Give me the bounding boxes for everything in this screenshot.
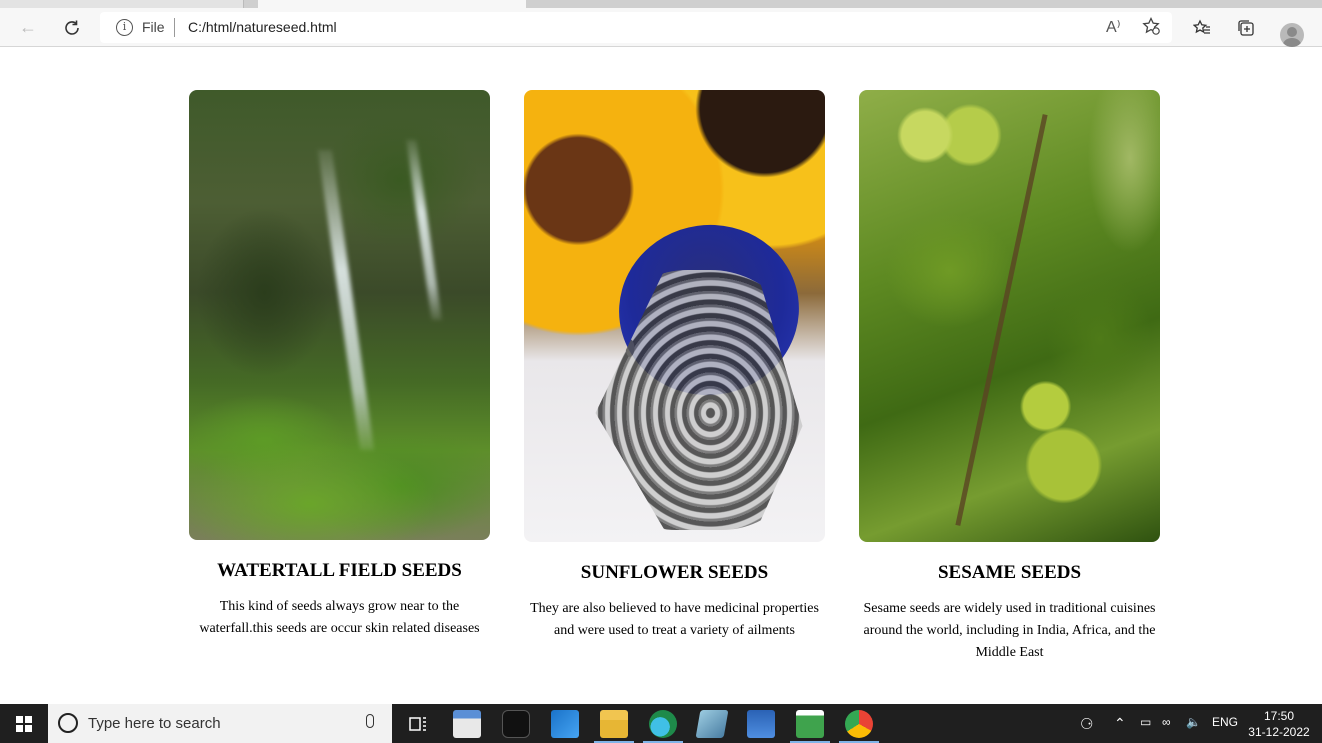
card-description: This kind of seeds always grow near to t… — [199, 599, 480, 636]
refresh-icon[interactable] — [54, 8, 90, 47]
file-explorer-icon[interactable] — [594, 710, 634, 743]
taskbar: Type here to search ⚆ ⌃ ▭ ∞ 🔈 ENG 17:50 … — [0, 704, 1322, 743]
favorites-icon[interactable] — [1184, 8, 1220, 47]
wifi-icon[interactable]: ∞ — [1162, 715, 1171, 729]
waterfall-image — [189, 90, 490, 540]
edge-browser-icon[interactable] — [643, 710, 683, 743]
card-title: SESAME SEEDS — [937, 562, 1082, 583]
store-icon[interactable] — [453, 710, 481, 738]
info-icon[interactable]: i — [116, 19, 133, 36]
card-description: Sesame seeds are widely used in traditio… — [863, 601, 1156, 660]
card-sunflower: SUNFLOWER SEEDS They are also believed t… — [524, 90, 825, 642]
cortana-icon[interactable] — [58, 713, 78, 733]
waterfall-stream — [317, 150, 375, 450]
windows-start-icon[interactable] — [16, 716, 32, 732]
tab-inactive[interactable] — [0, 0, 244, 8]
language-indicator[interactable]: ENG — [1212, 715, 1238, 729]
card-description: They are also believed to have medicinal… — [530, 601, 819, 638]
search-placeholder: Type here to search — [88, 715, 221, 732]
battery-icon[interactable]: ▭ — [1140, 715, 1151, 729]
app-icon[interactable] — [695, 710, 729, 738]
card-waterfall: WATERTALL FIELD SEEDS This kind of seeds… — [189, 90, 490, 640]
microphone-icon[interactable] — [366, 714, 374, 728]
taskbar-search-box[interactable]: Type here to search — [48, 704, 392, 743]
clock-time: 17:50 — [1263, 709, 1295, 723]
address-separator — [174, 18, 175, 37]
sunflower-seeds-image — [524, 90, 825, 542]
address-scheme-label: File — [142, 19, 165, 35]
clock-date: 31-12-2022 — [1248, 725, 1310, 739]
back-icon[interactable]: ← — [10, 8, 46, 47]
volume-icon[interactable]: 🔈 — [1186, 715, 1201, 729]
chevron-up-icon[interactable]: ⌃ — [1114, 715, 1126, 732]
mail-icon[interactable] — [551, 710, 579, 738]
card-title: SUNFLOWER SEEDS — [580, 562, 769, 583]
add-favorite-icon[interactable] — [1142, 16, 1160, 40]
task-view-icon[interactable] — [404, 710, 432, 738]
people-icon[interactable]: ⚆ — [1080, 715, 1093, 733]
photos-icon[interactable] — [747, 710, 775, 738]
clock[interactable]: 17:50 31-12-2022 — [1246, 708, 1312, 740]
address-bar[interactable]: i File C:/html/natureseed.html A⁾ — [100, 12, 1172, 43]
chrome-icon[interactable] — [839, 710, 879, 743]
url-text[interactable]: C:/html/natureseed.html — [188, 19, 337, 35]
browser-toolbar: ← i File C:/html/natureseed.html A⁾ — [0, 8, 1322, 47]
collections-icon[interactable] — [1228, 8, 1264, 47]
tab-strip — [0, 0, 1322, 8]
notepad-icon[interactable] — [790, 710, 830, 743]
profile-avatar-icon[interactable] — [1280, 23, 1304, 47]
card-sesame: SESAME SEEDS Sesame seeds are widely use… — [859, 90, 1160, 664]
read-aloud-icon[interactable]: A⁾ — [1106, 17, 1121, 37]
app-icon[interactable] — [502, 710, 530, 738]
sesame-plant-image — [859, 90, 1160, 542]
waterfall-stream — [406, 140, 442, 320]
plant-branch — [955, 114, 1048, 526]
card-title: WATERTALL FIELD SEEDS — [217, 560, 462, 581]
tab-active[interactable] — [258, 0, 526, 8]
